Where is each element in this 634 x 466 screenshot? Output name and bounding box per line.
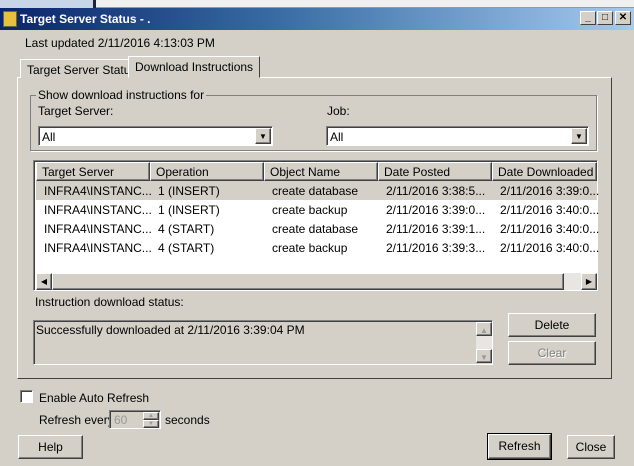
table-cell: 1 (INSERT) <box>158 203 220 217</box>
table-row[interactable]: INFRA4\INSTANC... 4 (START) create databas… <box>36 219 600 238</box>
target-server-dropdown[interactable]: All ▼ <box>38 126 273 146</box>
table-cell: 2/11/2016 3:39:0... <box>500 184 600 198</box>
table-cell: create backup <box>272 203 348 217</box>
close-button[interactable]: Close <box>567 435 615 459</box>
column-header-date-downloaded[interactable]: Date Downloaded <box>492 162 597 181</box>
window-title: Target Server Status - . <box>20 12 151 26</box>
horizontal-scrollbar[interactable]: ◀ ▶ <box>36 273 597 290</box>
table-cell: INFRA4\INSTANC... <box>44 222 152 236</box>
table-row[interactable]: INFRA4\INSTANC... 1 (INSERT) create databa… <box>36 181 600 200</box>
job-value: All <box>330 130 344 144</box>
refresh-every-label: Refresh every <box>39 413 114 427</box>
filter-group-label: Show download instructions for <box>36 88 207 102</box>
table-cell: INFRA4\INSTANC... <box>44 184 152 198</box>
status-text: Successfully downloaded at 2/11/2016 3:3… <box>36 323 305 337</box>
column-header-operation[interactable]: Operation <box>150 162 264 181</box>
table-cell: create database <box>272 184 359 198</box>
table-cell: 2/11/2016 3:39:1... <box>386 222 486 236</box>
target-server-label: Target Server: <box>38 104 114 118</box>
column-header-target-server[interactable]: Target Server <box>36 162 150 181</box>
scroll-up-icon[interactable]: ▲ <box>476 322 492 336</box>
chevron-down-icon[interactable]: ▼ <box>255 128 271 144</box>
table-cell: 2/11/2016 3:40:0... <box>500 203 600 217</box>
delete-button[interactable]: Delete <box>508 313 596 337</box>
target-server-value: All <box>42 130 56 144</box>
column-header-date-posted[interactable]: Date Posted <box>378 162 492 181</box>
spin-down-icon[interactable]: ▼ <box>143 420 159 428</box>
chevron-down-icon[interactable]: ▼ <box>571 128 587 144</box>
status-textbox[interactable]: Successfully downloaded at 2/11/2016 3:3… <box>33 320 493 365</box>
instructions-table: Target Server Operation Object Name Date… <box>33 160 600 291</box>
tab-download-instructions[interactable]: Download Instructions <box>128 56 261 78</box>
scroll-right-icon[interactable]: ▶ <box>581 273 597 290</box>
minimize-button[interactable]: _ <box>580 11 596 25</box>
table-cell: 2/11/2016 3:40:0... <box>500 222 600 236</box>
background-window-strip <box>0 0 634 8</box>
table-cell: 2/11/2016 3:39:0... <box>386 203 486 217</box>
vertical-scrollbar[interactable]: ▲ ▼ <box>476 322 492 363</box>
status-label: Instruction download status: <box>35 295 184 309</box>
table-cell: 2/11/2016 3:38:5... <box>386 184 486 198</box>
table-cell: INFRA4\INSTANC... <box>44 203 152 217</box>
table-row[interactable]: INFRA4\INSTANC... 1 (INSERT) create backup… <box>36 200 600 219</box>
column-header-object-name[interactable]: Object Name <box>264 162 378 181</box>
server-key-icon <box>3 11 17 27</box>
table-cell: 1 (INSERT) <box>158 184 220 198</box>
scroll-left-icon[interactable]: ◀ <box>36 273 52 290</box>
tab-target-server-status[interactable]: Target Server Status <box>20 59 144 78</box>
seconds-label: seconds <box>165 413 210 427</box>
clear-button[interactable]: Clear <box>508 341 596 365</box>
last-updated-label: Last updated 2/11/2016 4:13:03 PM <box>25 36 215 50</box>
table-cell: 2/11/2016 3:40:0... <box>500 241 600 255</box>
table-cell: INFRA4\INSTANC... <box>44 241 152 255</box>
table-cell: 4 (START) <box>158 241 215 255</box>
table-cell: create database <box>272 222 359 236</box>
refresh-button[interactable]: Refresh <box>487 433 552 460</box>
job-label: Job: <box>327 104 350 118</box>
table-cell: 4 (START) <box>158 222 215 236</box>
table-row[interactable]: INFRA4\INSTANC... 4 (START) create backup 2… <box>36 238 600 257</box>
help-button[interactable]: Help <box>18 435 83 459</box>
scroll-thumb[interactable] <box>52 273 564 290</box>
table-cell: create backup <box>272 241 348 255</box>
spin-up-icon[interactable]: ▲ <box>143 412 159 420</box>
scroll-down-icon[interactable]: ▼ <box>476 349 492 363</box>
job-dropdown[interactable]: All ▼ <box>326 126 589 146</box>
close-window-button[interactable]: ✕ <box>615 11 631 25</box>
table-cell: 2/11/2016 3:39:3... <box>386 241 486 255</box>
title-bar: Target Server Status - . _ □ ✕ <box>0 8 634 30</box>
refresh-interval-value: 60 <box>114 413 128 427</box>
auto-refresh-label: Enable Auto Refresh <box>39 391 150 405</box>
auto-refresh-checkbox[interactable] <box>20 390 33 403</box>
maximize-button[interactable]: □ <box>597 11 613 25</box>
refresh-interval-stepper[interactable]: 60 ▲ ▼ <box>109 410 161 429</box>
